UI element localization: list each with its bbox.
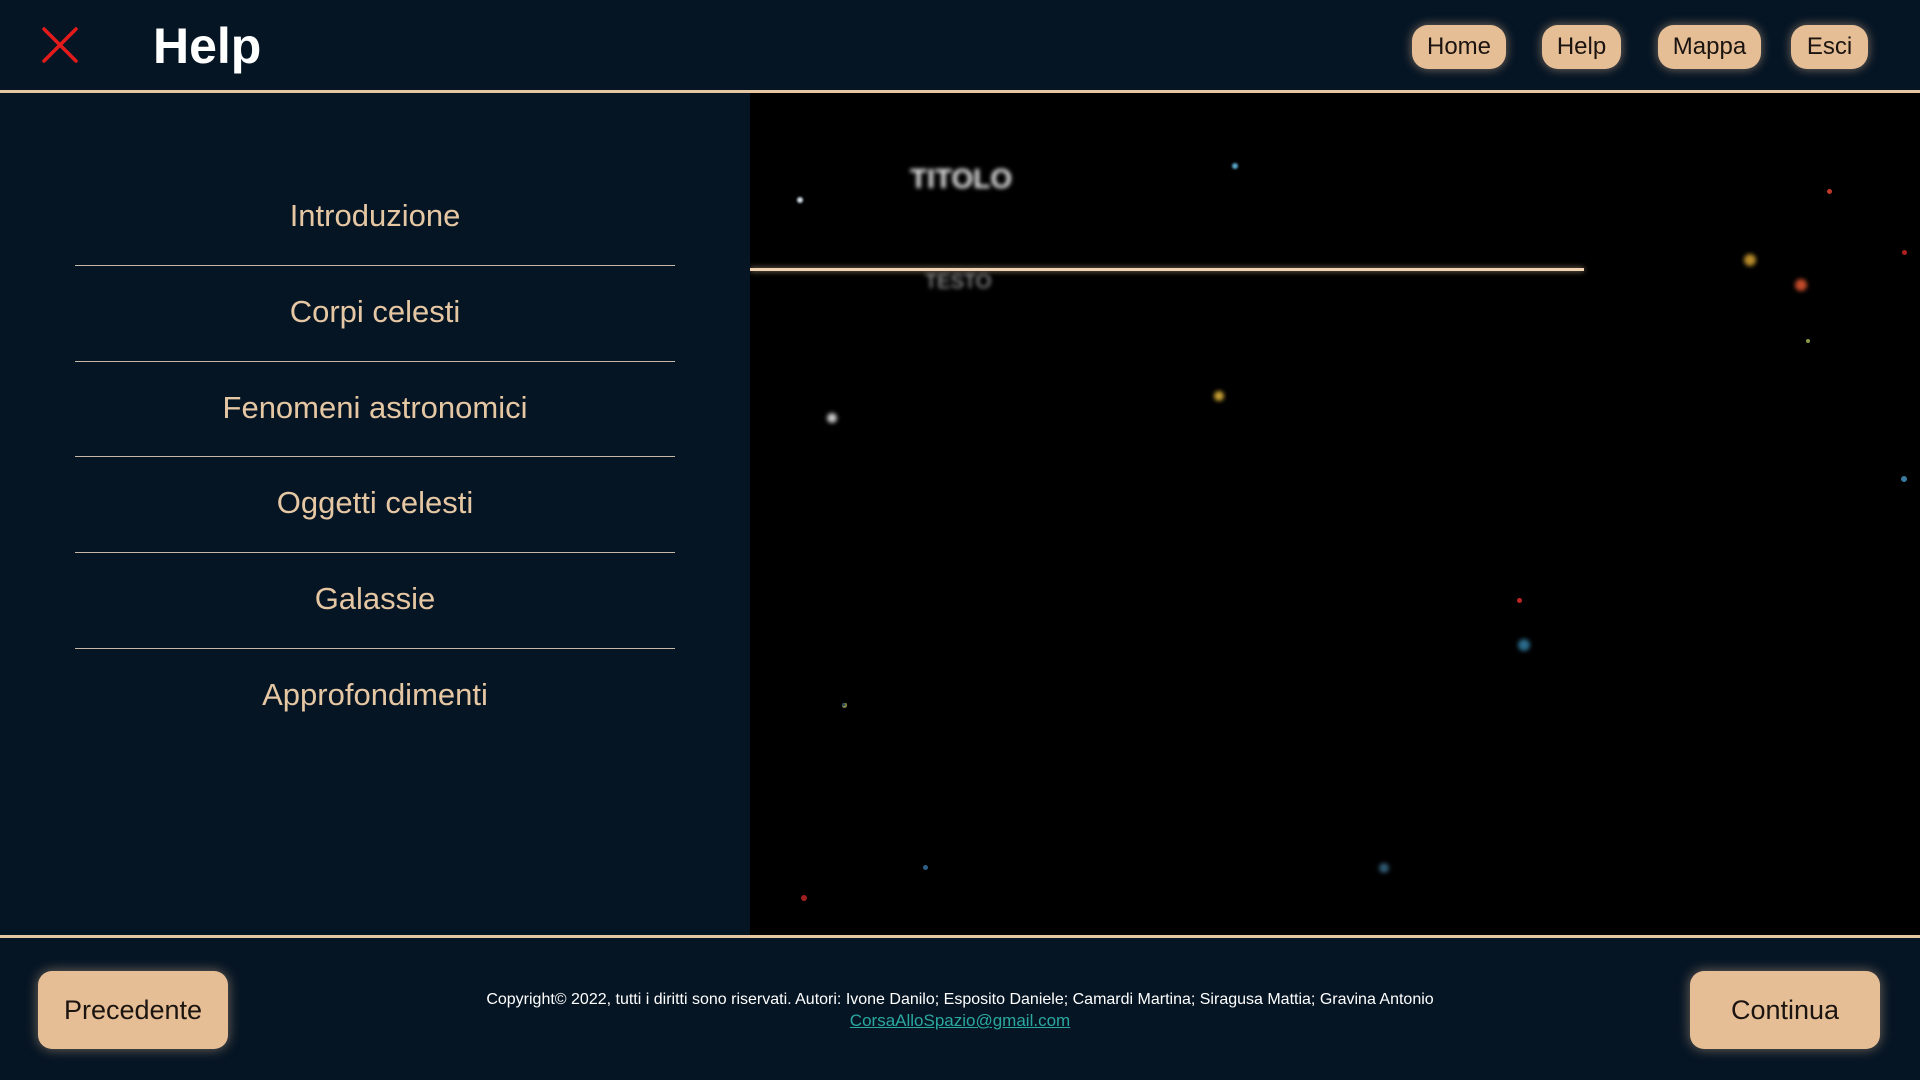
star [1232,163,1238,169]
continue-button[interactable]: Continua [1690,971,1880,1049]
menu-item-galassie[interactable]: Galassie [75,552,675,647]
nav-esci-button[interactable]: Esci [1791,25,1868,69]
email-link[interactable]: CorsaAlloSpazio@gmail.com [760,1011,1160,1031]
star [1901,476,1907,482]
content-panel: TITOLO TESTO [750,93,1920,935]
star [1379,863,1389,873]
star [1795,279,1807,291]
footer: Precedente Copyright© 2022, tutti i diri… [0,935,1920,1080]
star [1517,598,1522,603]
content-title: TITOLO [910,163,1013,194]
star [842,703,845,706]
nav-help-button[interactable]: Help [1542,25,1621,69]
previous-button[interactable]: Precedente [38,971,228,1049]
star [801,895,807,901]
nav-mappa-button[interactable]: Mappa [1658,25,1761,69]
star [827,413,837,423]
title-divider [750,268,1584,271]
star [923,865,928,870]
page-title: Help [153,18,262,74]
close-x-icon[interactable] [40,25,80,65]
menu-item-corpi-celesti[interactable]: Corpi celesti [75,265,675,360]
menu-item-approfondimenti[interactable]: Approfondimenti [75,648,675,743]
star [1744,254,1756,266]
star [797,197,803,203]
copyright-text: Copyright© 2022, tutti i diritti sono ri… [486,991,1434,1008]
star [1827,189,1832,194]
help-sidebar: Introduzione Corpi celesti Fenomeni astr… [0,93,750,935]
menu-item-introduzione[interactable]: Introduzione [75,169,675,264]
nav-home-button[interactable]: Home [1412,25,1506,69]
top-bar: Help Home Help Mappa Esci [0,0,1920,93]
star [1902,250,1907,255]
menu-item-fenomeni-astronomici[interactable]: Fenomeni astronomici [75,361,675,456]
menu-item-oggetti-celesti[interactable]: Oggetti celesti [75,456,675,551]
star [1806,339,1810,343]
star [1518,639,1530,651]
star [1214,391,1224,401]
content-text: TESTO [925,271,992,293]
